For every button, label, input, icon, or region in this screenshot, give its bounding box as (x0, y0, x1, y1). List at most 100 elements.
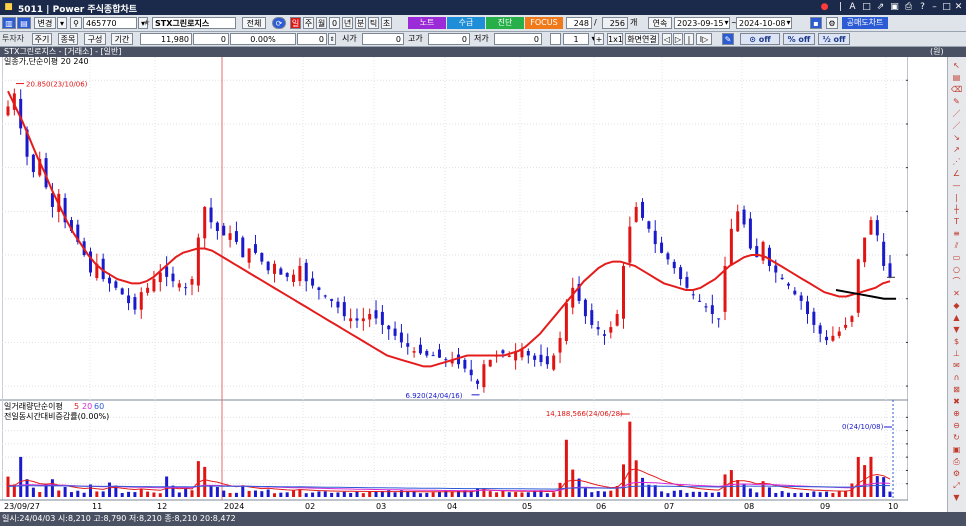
down-tool-icon[interactable]: ▼ (951, 325, 962, 334)
diagnosis-button[interactable]: 진단 (486, 17, 524, 29)
font-size-icon[interactable]: A (848, 2, 857, 12)
tab-year[interactable]: 년 (342, 17, 353, 29)
grid-icon[interactable]: ▥ (2, 17, 16, 29)
line-tool-icon[interactable]: ／ (951, 109, 962, 118)
alert-icon[interactable]: ● (820, 2, 829, 12)
fib-tool-icon[interactable]: ≡ (951, 229, 962, 238)
zoom-out-tool-icon[interactable]: ⊖ (951, 421, 962, 430)
date-to-dropdown-icon[interactable]: ▾ (784, 17, 793, 29)
count-input[interactable]: 248 (566, 17, 592, 29)
unit-select[interactable]: 1 (563, 33, 589, 45)
tab-minute[interactable]: 분 (355, 17, 366, 29)
zoom-in-tool-icon[interactable]: ⊕ (951, 409, 962, 418)
trend-tool-icon[interactable]: ／ (951, 121, 962, 130)
chart-tool-icon[interactable]: ▤ (951, 73, 962, 82)
volume-bar (222, 490, 226, 497)
mark-tool-icon[interactable]: ◆ (951, 301, 962, 310)
stock-code-input[interactable]: 465770 (83, 17, 137, 29)
layout-icon[interactable]: ▣ (890, 2, 899, 12)
image-tool-icon[interactable]: ▣ (951, 445, 962, 454)
continuous-button[interactable]: 연속 (648, 17, 672, 29)
refresh-tool-icon[interactable]: ↻ (951, 433, 962, 442)
up-tool-icon[interactable]: ▲ (951, 313, 962, 322)
crosshair-icon[interactable]: + (594, 33, 604, 45)
cycle-button[interactable]: 주기 (32, 33, 52, 45)
angle-tool-icon[interactable]: ∠ (951, 169, 962, 178)
channel-tool-icon[interactable]: ⫽ (951, 241, 962, 250)
magnet-tool-icon[interactable]: ∩ (951, 373, 962, 382)
mode-button[interactable]: 변경 (34, 17, 56, 29)
item-button[interactable]: 종목 (58, 33, 78, 45)
zoom-button[interactable]: 1x1 (607, 33, 623, 45)
note-button[interactable]: 노트 (408, 17, 446, 29)
volume-bar (25, 479, 29, 497)
all-button[interactable]: 전체 (242, 17, 266, 29)
eraser-tool-icon[interactable]: ⌫ (951, 85, 962, 94)
price-tool-icon[interactable]: $ (951, 337, 962, 346)
print-tool-icon[interactable]: ⎙ (951, 457, 962, 466)
refresh-icon[interactable]: ⟳ (272, 17, 286, 29)
compose-button[interactable]: 구성 (84, 33, 106, 45)
circle-tool-icon[interactable]: ○ (951, 265, 962, 274)
checkbox[interactable] (550, 33, 561, 45)
supply-button[interactable]: 수급 (447, 17, 485, 29)
stock-chart[interactable]: 21,00019,00017,00015,00013,00011,0009,00… (0, 57, 908, 512)
pen-tool-icon[interactable]: ✎ (951, 97, 962, 106)
config-tool-icon[interactable]: ⚙ (951, 469, 962, 478)
print-icon[interactable]: ⎙ (904, 2, 913, 12)
hline-tool-icon[interactable]: — (951, 181, 962, 190)
period-button[interactable]: 기간 (111, 33, 133, 45)
ray-tool-icon[interactable]: ↗ (951, 145, 962, 154)
mode-dropdown-icon[interactable]: ▾ (57, 17, 67, 29)
screen-link-button[interactable]: 화면연결 (625, 33, 659, 45)
lock-tool-icon[interactable]: ⊠ (951, 385, 962, 394)
save-icon[interactable]: ▪ (810, 17, 822, 29)
maximize-icon[interactable]: □ (942, 2, 951, 12)
help-icon[interactable]: ? (918, 2, 927, 12)
settings-icon[interactable]: ⚙ (826, 17, 838, 29)
chart-type-icon[interactable]: ▤ (17, 17, 31, 29)
lock-icon[interactable]: | (836, 2, 845, 12)
expand-tool-icon[interactable]: ⤢ (951, 481, 962, 490)
date-label: 2024 (224, 502, 244, 511)
text-tool-icon[interactable]: T (951, 217, 962, 226)
stock-name-field[interactable]: STX그린로지스 (152, 17, 236, 29)
note-tool-icon[interactable]: ✉ (951, 361, 962, 370)
close-icon[interactable]: ✕ (954, 2, 963, 12)
cross-tool-icon[interactable]: ┼ (951, 205, 962, 214)
pin-icon[interactable]: ⇗ (876, 2, 885, 12)
candle-body (380, 311, 384, 325)
short-selling-chart-button[interactable]: 공매도차트 (842, 17, 888, 29)
copy-icon[interactable]: □ (862, 2, 871, 12)
pause-icon[interactable]: ▷ (673, 33, 683, 45)
toggle-off-2[interactable]: % off (783, 33, 815, 45)
tab-second[interactable]: 초 (381, 17, 392, 29)
prev-icon[interactable]: ◁ (662, 33, 672, 45)
scroll-down-icon[interactable]: ▼ (951, 493, 962, 502)
arrow-tool-icon[interactable]: ↘ (951, 133, 962, 142)
tab-zero[interactable]: 0 (329, 17, 340, 29)
rect-tool-icon[interactable]: ▭ (951, 253, 962, 262)
gann-tool-icon[interactable]: ✕ (951, 289, 962, 298)
tab-month[interactable]: 월 (316, 17, 327, 29)
toggle-off-3[interactable]: ½ off (818, 33, 850, 45)
favorite-icon[interactable]: ★ (143, 17, 150, 29)
fan-tool-icon[interactable]: ⋰ (951, 157, 962, 166)
draw-icon[interactable]: ✎ (722, 33, 734, 45)
fast-forward-icon[interactable]: I▷ (696, 33, 712, 45)
minimize-icon[interactable]: – (930, 2, 939, 12)
date-from-dropdown-icon[interactable]: ▾ (722, 17, 731, 29)
measure-tool-icon[interactable]: ⊥ (951, 349, 962, 358)
cursor-tool-icon[interactable]: ↖ (951, 61, 962, 70)
focus-button[interactable]: FOCUS (525, 17, 563, 29)
search-icon[interactable]: ⚲ (70, 17, 82, 29)
vline-tool-icon[interactable]: | (951, 193, 962, 202)
tab-week[interactable]: 주 (303, 17, 314, 29)
tab-day[interactable]: 일 (290, 17, 301, 29)
delete-tool-icon[interactable]: ✖ (951, 397, 962, 406)
toggle-off-1[interactable]: ⊙ off (740, 33, 780, 45)
spin-icon[interactable]: ⇕ (328, 33, 336, 45)
next-icon[interactable]: | (684, 33, 694, 45)
cycle-tool-icon[interactable]: ⌒ (951, 277, 962, 286)
tab-tick[interactable]: 틱 (368, 17, 379, 29)
